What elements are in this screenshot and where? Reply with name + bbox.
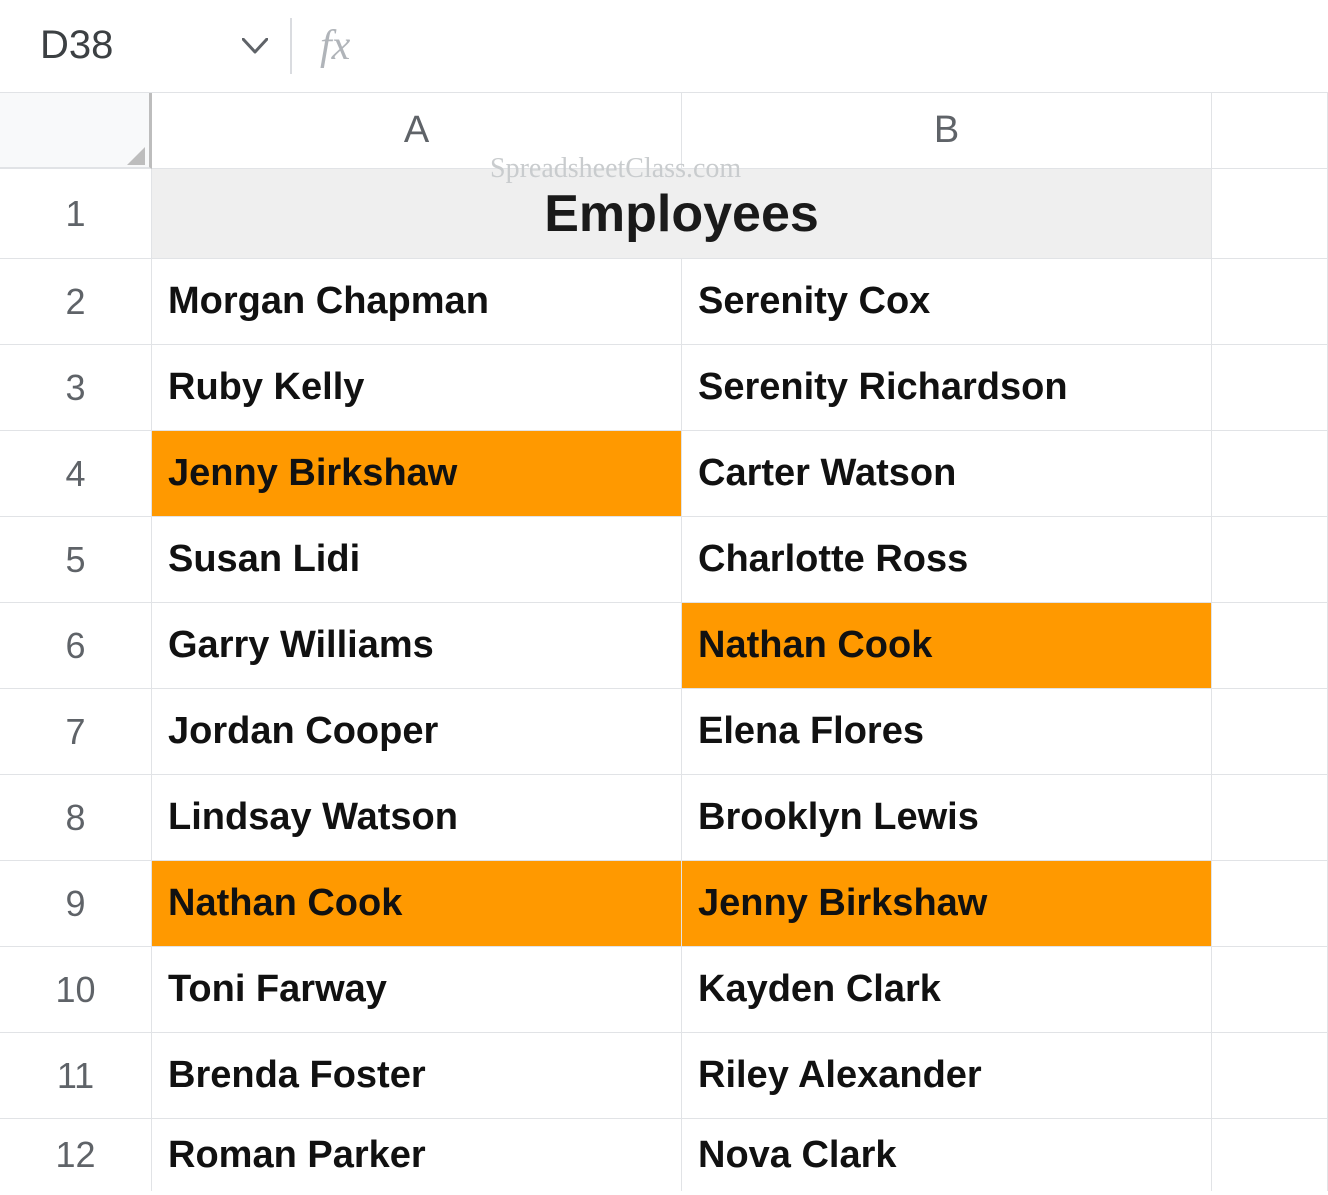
col-header-b[interactable]: B [682, 93, 1212, 169]
name-box[interactable]: D38 [20, 16, 280, 76]
cell-a2[interactable]: Morgan Chapman [152, 259, 682, 345]
row-header-4[interactable]: 4 [0, 431, 152, 517]
cell-c8[interactable] [1212, 775, 1328, 861]
row-header-6[interactable]: 6 [0, 603, 152, 689]
spreadsheet-grid[interactable]: SpreadsheetClass.com A B 1 Employees 2 M… [0, 92, 1328, 1191]
cell-c5[interactable] [1212, 517, 1328, 603]
name-box-value: D38 [40, 23, 113, 68]
cell-a8[interactable]: Lindsay Watson [152, 775, 682, 861]
cell-c7[interactable] [1212, 689, 1328, 775]
cell-b12[interactable]: Nova Clark [682, 1119, 1212, 1191]
cell-a9[interactable]: Nathan Cook [152, 861, 682, 947]
col-header-c-partial[interactable] [1212, 93, 1328, 169]
cell-a3[interactable]: Ruby Kelly [152, 345, 682, 431]
cell-b4[interactable]: Carter Watson [682, 431, 1212, 517]
row-header-7[interactable]: 7 [0, 689, 152, 775]
row-header-2[interactable]: 2 [0, 259, 152, 345]
cell-c11[interactable] [1212, 1033, 1328, 1119]
cell-b9[interactable]: Jenny Birkshaw [682, 861, 1212, 947]
name-box-dropdown-icon[interactable] [242, 38, 268, 54]
cell-a11[interactable]: Brenda Foster [152, 1033, 682, 1119]
cell-a4[interactable]: Jenny Birkshaw [152, 431, 682, 517]
formula-bar-region: D38 fx [0, 0, 1328, 92]
cell-b6[interactable]: Nathan Cook [682, 603, 1212, 689]
row-header-3[interactable]: 3 [0, 345, 152, 431]
cell-b8[interactable]: Brooklyn Lewis [682, 775, 1212, 861]
cell-c2[interactable] [1212, 259, 1328, 345]
cell-b7[interactable]: Elena Flores [682, 689, 1212, 775]
cell-c3[interactable] [1212, 345, 1328, 431]
col-header-a[interactable]: A [152, 93, 682, 169]
row-header-8[interactable]: 8 [0, 775, 152, 861]
cell-b5[interactable]: Charlotte Ross [682, 517, 1212, 603]
cell-a5[interactable]: Susan Lidi [152, 517, 682, 603]
separator [290, 18, 292, 74]
row-header-5[interactable]: 5 [0, 517, 152, 603]
cell-b2[interactable]: Serenity Cox [682, 259, 1212, 345]
cell-c10[interactable] [1212, 947, 1328, 1033]
row-header-9[interactable]: 9 [0, 861, 152, 947]
fx-icon: fx [320, 22, 350, 70]
cell-a10[interactable]: Toni Farway [152, 947, 682, 1033]
row-header-11[interactable]: 11 [0, 1033, 152, 1119]
cell-b11[interactable]: Riley Alexander [682, 1033, 1212, 1119]
cell-a6[interactable]: Garry Williams [152, 603, 682, 689]
row-header-12[interactable]: 12 [0, 1119, 152, 1191]
cell-a7[interactable]: Jordan Cooper [152, 689, 682, 775]
cell-c9[interactable] [1212, 861, 1328, 947]
formula-input[interactable] [350, 18, 1308, 74]
cell-c12[interactable] [1212, 1119, 1328, 1191]
cell-c1[interactable] [1212, 169, 1328, 259]
title-cell[interactable]: Employees [152, 169, 1212, 259]
cell-b10[interactable]: Kayden Clark [682, 947, 1212, 1033]
row-header-10[interactable]: 10 [0, 947, 152, 1033]
cell-c6[interactable] [1212, 603, 1328, 689]
cell-c4[interactable] [1212, 431, 1328, 517]
select-all-corner[interactable] [0, 93, 152, 169]
cell-a12[interactable]: Roman Parker [152, 1119, 682, 1191]
row-header-1[interactable]: 1 [0, 169, 152, 259]
cell-b3[interactable]: Serenity Richardson [682, 345, 1212, 431]
